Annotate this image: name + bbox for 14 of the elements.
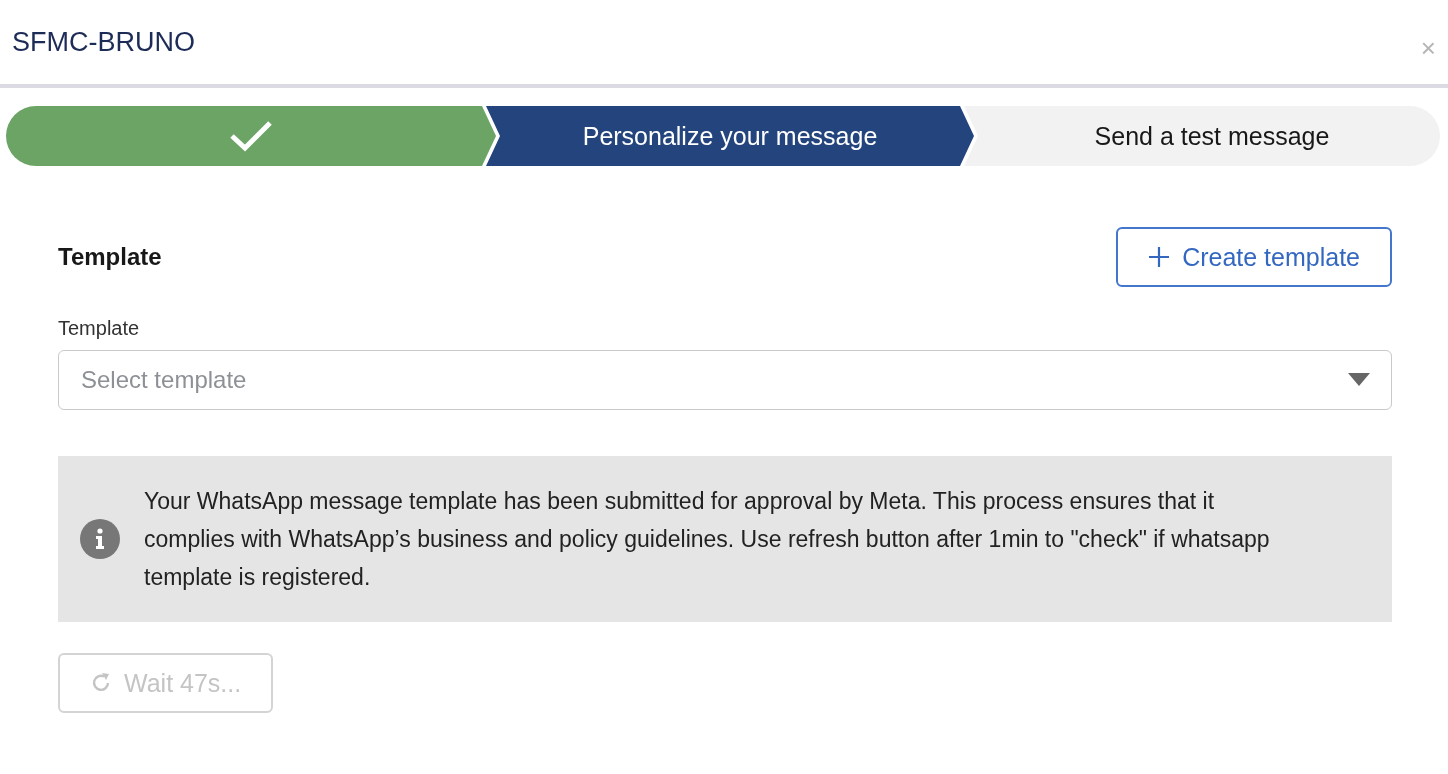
field-label: Template (58, 317, 141, 340)
plus-icon (1148, 246, 1171, 268)
progress-step[interactable]: Personalize your message (486, 106, 974, 166)
check-icon (229, 120, 273, 152)
info-icon (80, 519, 120, 559)
section-heading: Template (58, 243, 162, 271)
window-title: SFMC-BRUNO (12, 26, 195, 58)
create-template-button[interactable]: Create template (1116, 227, 1392, 287)
progress-step[interactable]: Send a test message (964, 106, 1440, 166)
progress-step[interactable] (6, 106, 496, 166)
template-select[interactable]: Select template (58, 350, 1392, 410)
refresh-icon (90, 672, 112, 694)
info-message: Your WhatsApp message template has been submitted for approval by Meta. This process ensures that it complies with WhatsApp’s business and policy guidelines. Use refresh button after 1min to "check" if whatsapp template is registered. (144, 487, 1271, 592)
dropdown-caret-icon (1348, 373, 1370, 387)
